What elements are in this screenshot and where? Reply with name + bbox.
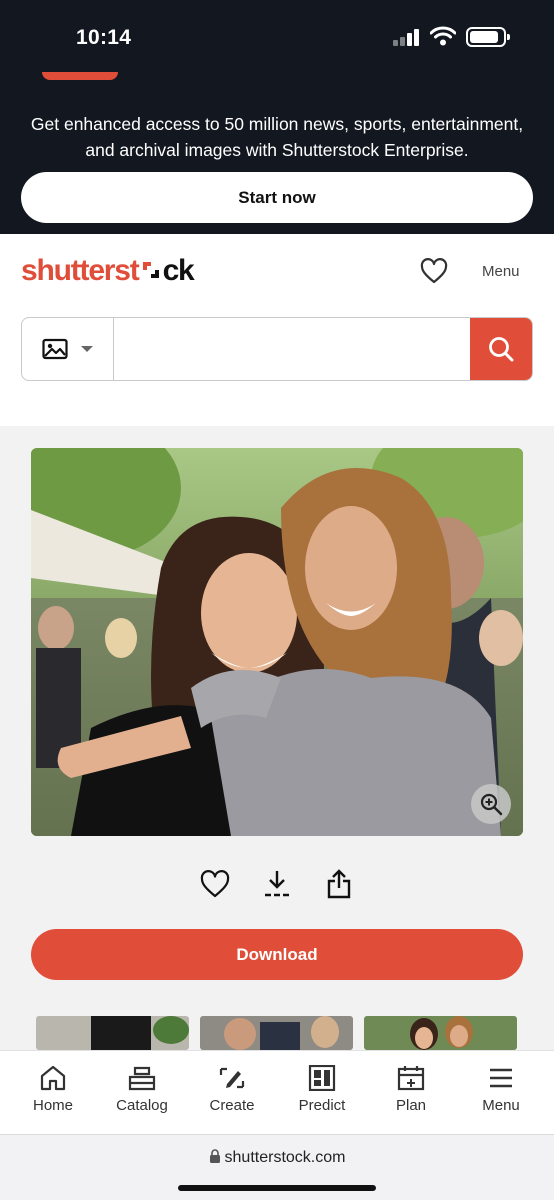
tab-home[interactable]: Home	[8, 1065, 98, 1121]
search-button[interactable]	[470, 318, 532, 380]
site-header: shutterst ck Menu	[0, 234, 554, 426]
download-button[interactable]: Download	[31, 929, 523, 980]
header-menu-link[interactable]: Menu	[482, 263, 520, 280]
related-thumbnail[interactable]	[200, 1016, 353, 1050]
zoom-in-icon	[480, 793, 503, 816]
promo-text: Get enhanced access to 50 million news, …	[0, 111, 554, 163]
search-input[interactable]	[115, 318, 473, 380]
share-icon[interactable]	[324, 868, 354, 900]
logo-o-mark	[142, 262, 159, 278]
status-time: 10:14	[76, 26, 132, 49]
tab-menu[interactable]: Menu	[456, 1065, 546, 1121]
logo-text-part-2: ck	[162, 254, 195, 287]
download-icon[interactable]	[262, 868, 292, 900]
related-thumbnail[interactable]	[364, 1016, 517, 1050]
main-photo[interactable]	[31, 448, 523, 836]
status-bar: 10:14	[0, 0, 554, 72]
home-icon	[40, 1065, 66, 1091]
tab-plan[interactable]: Plan	[366, 1065, 456, 1121]
tab-label: Predict	[298, 1097, 346, 1114]
tab-label: Plan	[395, 1097, 427, 1114]
tab-label: Menu	[482, 1097, 520, 1114]
lock-icon	[209, 1149, 220, 1163]
create-icon	[219, 1067, 245, 1089]
tab-predict[interactable]: Predict	[277, 1065, 367, 1121]
calendar-icon	[397, 1066, 425, 1091]
tab-label: Create	[209, 1097, 255, 1114]
favorites-heart-icon[interactable]	[420, 258, 448, 284]
bottom-tab-bar: Home Catalog Create Predict Plan Menu	[0, 1050, 554, 1134]
hamburger-icon	[490, 1068, 512, 1088]
battery-icon	[466, 27, 510, 47]
search-bar	[21, 317, 533, 381]
related-thumbnail[interactable]	[36, 1016, 189, 1050]
url-display[interactable]: shutterstock.com	[0, 1149, 554, 1167]
thumbnail-image	[36, 1016, 189, 1050]
browser-address-bar[interactable]: shutterstock.com	[0, 1134, 554, 1200]
search-icon	[489, 337, 514, 362]
tab-create[interactable]: Create	[187, 1065, 277, 1121]
home-indicator	[178, 1185, 376, 1191]
cellular-signal-icon	[393, 28, 423, 46]
photo-content	[31, 448, 523, 836]
promo-banner: 10:14 Get enhanced access to 50 million …	[0, 0, 554, 234]
wifi-icon	[430, 26, 456, 46]
tab-label: Home	[32, 1097, 73, 1114]
shutterstock-logo[interactable]: shutterst ck	[21, 254, 195, 288]
predict-icon	[308, 1065, 336, 1091]
partial-banner-element	[42, 72, 118, 80]
url-text: shutterstock.com	[224, 1149, 346, 1166]
search-type-selector[interactable]	[22, 318, 114, 380]
thumbnail-image	[364, 1016, 517, 1050]
tab-label: Catalog	[116, 1097, 168, 1114]
chevron-down-icon	[80, 346, 93, 352]
image-icon	[41, 338, 68, 360]
promo-text-line-2: and archival images with Shutterstock En…	[85, 140, 469, 160]
thumbnail-image	[200, 1016, 353, 1050]
heart-icon[interactable]	[200, 868, 230, 900]
start-now-button[interactable]: Start now	[21, 172, 533, 223]
photo-actions	[0, 868, 554, 902]
zoom-button[interactable]	[471, 784, 511, 824]
logo-text-part-1: shutterst	[21, 254, 140, 287]
related-thumbnails	[36, 1016, 518, 1050]
promo-text-line-1: Get enhanced access to 50 million news, …	[30, 114, 524, 134]
catalog-icon	[128, 1066, 156, 1091]
tab-catalog[interactable]: Catalog	[97, 1065, 187, 1121]
